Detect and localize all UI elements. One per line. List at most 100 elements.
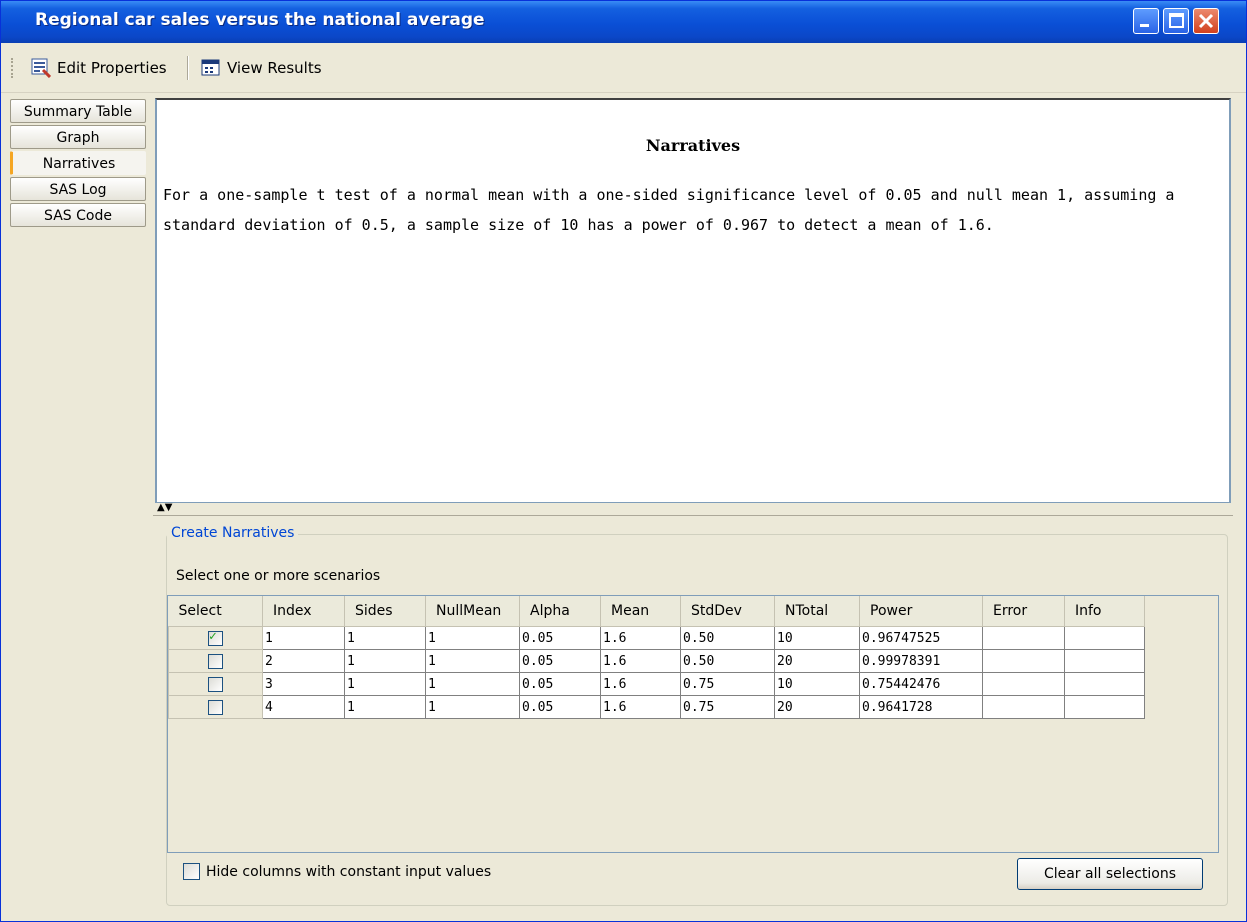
header-row: Select Index Sides NullMean Alpha Mean S… bbox=[168, 596, 1145, 627]
narrative-heading: Narratives bbox=[645, 136, 741, 155]
table-row[interactable]: 1 1 1 0.05 1.6 0.50 10 0.96747525 bbox=[168, 626, 1145, 650]
cell-nullmean[interactable]: 1 bbox=[425, 672, 520, 696]
side-tabs: Summary Table Graph Narratives SAS Log S… bbox=[10, 99, 146, 229]
cell-power[interactable]: 0.99978391 bbox=[859, 649, 983, 673]
cell-index[interactable]: 1 bbox=[262, 626, 345, 650]
cell-sides[interactable]: 1 bbox=[344, 626, 426, 650]
row-select-cell[interactable] bbox=[168, 672, 263, 696]
row-select-checkbox[interactable] bbox=[208, 653, 223, 669]
table-row[interactable]: 2 1 1 0.05 1.6 0.50 20 0.99978391 bbox=[168, 649, 1145, 673]
cell-stddev[interactable]: 0.75 bbox=[680, 695, 775, 719]
col-index[interactable]: Index bbox=[262, 596, 345, 627]
cell-index[interactable]: 4 bbox=[262, 695, 345, 719]
cell-error[interactable] bbox=[982, 695, 1065, 719]
toolbar: Edit Properties View Results bbox=[1, 44, 1246, 93]
col-nullmean[interactable]: NullMean bbox=[425, 596, 520, 627]
hide-constant-columns-checkbox[interactable] bbox=[183, 863, 200, 880]
col-ntotal[interactable]: NTotal bbox=[774, 596, 860, 627]
cell-power[interactable]: 0.75442476 bbox=[859, 672, 983, 696]
col-stddev[interactable]: StdDev bbox=[680, 596, 775, 627]
cell-info[interactable] bbox=[1064, 626, 1145, 650]
cell-error[interactable] bbox=[982, 626, 1065, 650]
cell-ntotal[interactable]: 10 bbox=[774, 626, 860, 650]
cell-nullmean[interactable]: 1 bbox=[425, 649, 520, 673]
app-window: Regional car sales versus the national a… bbox=[0, 0, 1247, 922]
tab-sas-code[interactable]: SAS Code bbox=[10, 203, 146, 227]
cell-power[interactable]: 0.96747525 bbox=[859, 626, 983, 650]
edit-properties-icon bbox=[31, 58, 51, 78]
row-select-cell[interactable] bbox=[168, 695, 263, 719]
cell-stddev[interactable]: 0.50 bbox=[680, 649, 775, 673]
col-sides[interactable]: Sides bbox=[344, 596, 426, 627]
cell-stddev[interactable]: 0.50 bbox=[680, 626, 775, 650]
table-row[interactable]: 4 1 1 0.05 1.6 0.75 20 0.9641728 bbox=[168, 695, 1145, 719]
cell-sides[interactable]: 1 bbox=[344, 695, 426, 719]
tab-graph[interactable]: Graph bbox=[10, 125, 146, 149]
close-icon bbox=[1198, 13, 1214, 29]
hide-constant-columns-label: Hide columns with constant input values bbox=[206, 863, 492, 880]
cell-alpha[interactable]: 0.05 bbox=[519, 626, 601, 650]
maximize-icon bbox=[1169, 13, 1184, 28]
cell-sides[interactable]: 1 bbox=[344, 672, 426, 696]
cell-ntotal[interactable]: 20 bbox=[774, 649, 860, 673]
row-select-cell[interactable] bbox=[168, 649, 263, 673]
cell-info[interactable] bbox=[1064, 649, 1145, 673]
edit-properties-label: Edit Properties bbox=[57, 59, 167, 77]
select-scenarios-label: Select one or more scenarios bbox=[176, 568, 381, 584]
cell-nullmean[interactable]: 1 bbox=[425, 695, 520, 719]
col-select[interactable]: Select bbox=[168, 596, 263, 627]
cell-error[interactable] bbox=[982, 649, 1065, 673]
cell-ntotal[interactable]: 10 bbox=[774, 672, 860, 696]
close-button[interactable] bbox=[1193, 8, 1219, 34]
splitter-arrows-icon[interactable]: ▲▼ bbox=[157, 503, 172, 513]
cell-stddev[interactable]: 0.75 bbox=[680, 672, 775, 696]
maximize-button[interactable] bbox=[1163, 8, 1189, 34]
narrative-output-pane[interactable]: Narratives For a one-sample t test of a … bbox=[155, 98, 1231, 504]
cell-nullmean[interactable]: 1 bbox=[425, 626, 520, 650]
cell-mean[interactable]: 1.6 bbox=[600, 626, 681, 650]
cell-mean[interactable]: 1.6 bbox=[600, 672, 681, 696]
title-bar[interactable]: Regional car sales versus the national a… bbox=[1, 1, 1246, 43]
col-info[interactable]: Info bbox=[1064, 596, 1145, 627]
create-narratives-legend: Create Narratives bbox=[167, 525, 299, 541]
cell-sides[interactable]: 1 bbox=[344, 649, 426, 673]
minimize-button[interactable] bbox=[1133, 8, 1159, 34]
edit-properties-button[interactable]: Edit Properties bbox=[31, 56, 167, 80]
row-select-checkbox[interactable] bbox=[208, 676, 223, 692]
col-alpha[interactable]: Alpha bbox=[519, 596, 601, 627]
row-select-cell[interactable] bbox=[168, 626, 263, 650]
col-mean[interactable]: Mean bbox=[600, 596, 681, 627]
cell-power[interactable]: 0.9641728 bbox=[859, 695, 983, 719]
cell-index[interactable]: 2 bbox=[262, 649, 345, 673]
view-results-button[interactable]: View Results bbox=[201, 56, 322, 80]
cell-alpha[interactable]: 0.05 bbox=[519, 649, 601, 673]
hide-constant-columns-option[interactable]: Hide columns with constant input values bbox=[183, 863, 491, 880]
minimize-icon bbox=[1140, 24, 1149, 27]
tab-narratives[interactable]: Narratives bbox=[10, 151, 146, 175]
scenarios-table: Select Index Sides NullMean Alpha Mean S… bbox=[168, 596, 1145, 719]
row-select-checkbox[interactable] bbox=[208, 699, 223, 715]
row-select-checkbox[interactable] bbox=[208, 629, 223, 646]
cell-mean[interactable]: 1.6 bbox=[600, 649, 681, 673]
toolbar-grip bbox=[11, 58, 16, 78]
cell-info[interactable] bbox=[1064, 695, 1145, 719]
cell-mean[interactable]: 1.6 bbox=[600, 695, 681, 719]
cell-ntotal[interactable]: 20 bbox=[774, 695, 860, 719]
cell-info[interactable] bbox=[1064, 672, 1145, 696]
table-row[interactable]: 3 1 1 0.05 1.6 0.75 10 0.75442476 bbox=[168, 672, 1145, 696]
tab-summary-table[interactable]: Summary Table bbox=[10, 99, 146, 123]
view-results-label: View Results bbox=[227, 59, 322, 77]
cell-alpha[interactable]: 0.05 bbox=[519, 695, 601, 719]
clear-all-selections-button[interactable]: Clear all selections bbox=[1017, 858, 1203, 890]
col-error[interactable]: Error bbox=[982, 596, 1065, 627]
cell-error[interactable] bbox=[982, 672, 1065, 696]
tab-sas-log[interactable]: SAS Log bbox=[10, 177, 146, 201]
pane-splitter[interactable]: ▲▼ bbox=[153, 503, 1233, 516]
cell-index[interactable]: 3 bbox=[262, 672, 345, 696]
narrative-text: For a one-sample t test of a normal mean… bbox=[163, 186, 1175, 234]
cell-alpha[interactable]: 0.05 bbox=[519, 672, 601, 696]
window-title: Regional car sales versus the national a… bbox=[35, 10, 485, 30]
scenarios-grid: Select Index Sides NullMean Alpha Mean S… bbox=[167, 595, 1219, 853]
col-power[interactable]: Power bbox=[859, 596, 983, 627]
view-results-icon bbox=[201, 59, 220, 76]
